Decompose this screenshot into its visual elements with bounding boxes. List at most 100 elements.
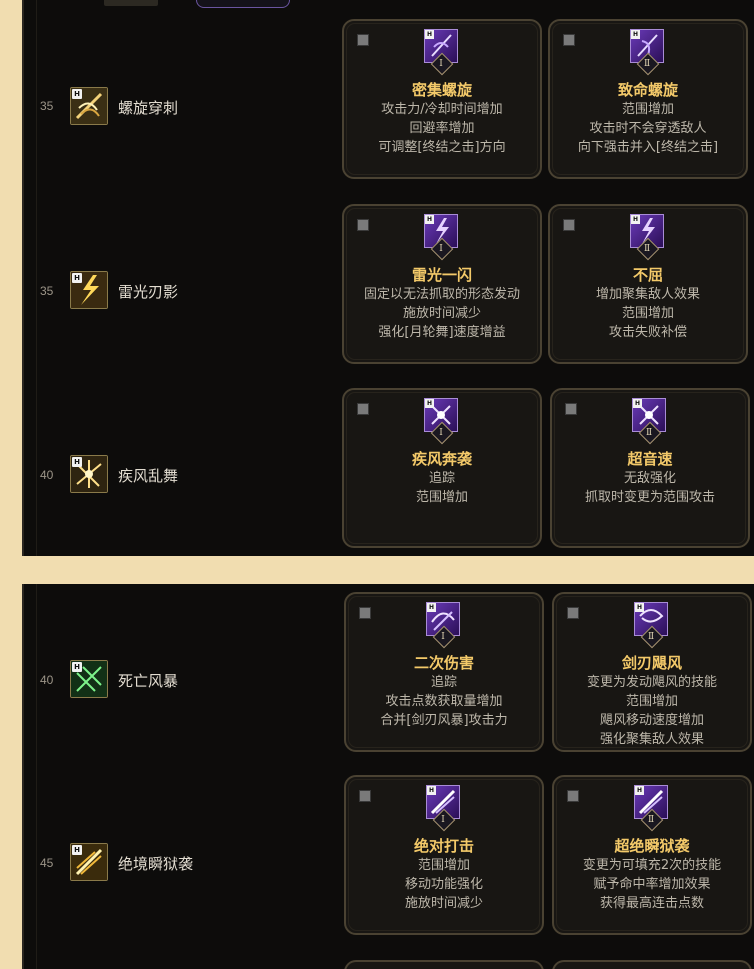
talent-desc-line: 追踪 bbox=[430, 675, 457, 690]
gale-dance-icon[interactable]: H bbox=[70, 455, 108, 493]
talent-description: 固定以无法抓取的形态发动 施放时间减少 强化[月轮舞]速度增益 bbox=[350, 285, 534, 342]
talent-checkbox[interactable] bbox=[565, 403, 577, 415]
hotkey-badge: H bbox=[72, 845, 82, 855]
talent-desc-line: 移动功能强化 bbox=[404, 877, 483, 892]
talent-card-tier1[interactable]: H Ⅰ 密集螺旋 攻击力/冷却时间增加 回避率增加 可调整[终结之击]方向 bbox=[342, 19, 542, 179]
tier-numeral: Ⅰ bbox=[439, 59, 443, 69]
skill-level: 35 bbox=[40, 99, 54, 113]
tier-numeral: Ⅰ bbox=[439, 244, 443, 254]
hotkey-badge: H bbox=[425, 30, 434, 39]
talent-checkbox[interactable] bbox=[357, 34, 369, 46]
talent-icon: H Ⅰ bbox=[426, 785, 460, 833]
hotkey-badge: H bbox=[427, 603, 436, 612]
talent-card-tier2[interactable]: H Ⅱ 剑刃飓风 变更为发动飓风的技能 范围增加 飓风移动速度增加 强化聚集敌人… bbox=[552, 592, 752, 752]
tier-numeral: Ⅰ bbox=[441, 815, 445, 825]
talent-icon: H Ⅱ bbox=[634, 602, 668, 650]
talent-card-tier2[interactable]: H Ⅱ 超绝瞬狱袭 变更为可填充2次的技能 赋予命中率增加效果 获得最高连击点数 bbox=[552, 775, 752, 935]
skill-name: 螺旋穿刺 bbox=[118, 99, 179, 117]
talent-checkbox[interactable] bbox=[567, 790, 579, 802]
talent-icon: H Ⅰ bbox=[424, 214, 458, 262]
talent-checkbox[interactable] bbox=[359, 607, 371, 619]
skill-level: 35 bbox=[40, 284, 54, 298]
talent-desc-line: 变更为可填充2次的技能 bbox=[582, 858, 722, 873]
talent-description: 追踪 攻击点数获取量增加 合并[剑刃风暴]攻击力 bbox=[352, 673, 536, 730]
talent-desc-line: 范围增加 bbox=[415, 490, 468, 505]
hotkey-badge: H bbox=[633, 399, 642, 408]
talent-desc-line: 获得最高连击点数 bbox=[599, 896, 704, 911]
talent-checkbox[interactable] bbox=[563, 34, 575, 46]
header-button[interactable] bbox=[196, 0, 290, 8]
tier-numeral: Ⅱ bbox=[647, 815, 655, 825]
talent-desc-line: 范围增加 bbox=[625, 694, 678, 709]
talent-description: 增加聚集敌人效果 范围增加 攻击失败补偿 bbox=[556, 285, 740, 342]
tier-numeral: Ⅱ bbox=[643, 59, 651, 69]
hotkey-badge: H bbox=[72, 273, 82, 283]
talent-description: 无敌强化 抓取时变更为范围攻击 bbox=[558, 469, 742, 507]
talent-desc-line: 攻击时不会穿透敌人 bbox=[589, 121, 707, 136]
desperate-strike-icon[interactable]: H bbox=[70, 843, 108, 881]
skill-level: 40 bbox=[40, 673, 54, 687]
skill-level: 40 bbox=[40, 468, 54, 482]
skill-name: 疾风乱舞 bbox=[118, 467, 179, 485]
talent-icon: H Ⅰ bbox=[424, 398, 458, 446]
hotkey-badge: H bbox=[72, 89, 82, 99]
talent-description: 范围增加 攻击时不会穿透敌人 向下强击并入[终结之击] bbox=[556, 100, 740, 157]
talent-desc-line: 强化[月轮舞]速度增益 bbox=[378, 325, 506, 340]
panel-divider bbox=[36, 584, 37, 969]
hotkey-badge: H bbox=[635, 786, 644, 795]
talent-icon: H Ⅱ bbox=[630, 29, 664, 77]
talent-icon: H Ⅱ bbox=[634, 785, 668, 833]
talent-card-tier1[interactable]: H Ⅰ 疾风奔袭 追踪 范围增加 bbox=[342, 388, 542, 548]
talent-desc-line: 施放时间减少 bbox=[404, 896, 483, 911]
talent-desc-line: 无敌强化 bbox=[623, 471, 676, 486]
death-storm-icon[interactable]: H bbox=[70, 660, 108, 698]
talent-checkbox[interactable] bbox=[357, 403, 369, 415]
hotkey-badge: H bbox=[425, 399, 434, 408]
tier-numeral: Ⅰ bbox=[441, 632, 445, 642]
talent-card-tier2[interactable]: H Ⅱ 不屈 增加聚集敌人效果 范围增加 攻击失败补偿 bbox=[548, 204, 748, 364]
talent-checkbox[interactable] bbox=[359, 790, 371, 802]
skill-name: 绝境瞬狱袭 bbox=[118, 855, 194, 873]
talent-icon: H Ⅰ bbox=[424, 29, 458, 77]
talent-title: 致命螺旋 bbox=[617, 81, 678, 99]
talent-checkbox[interactable] bbox=[357, 219, 369, 231]
talent-desc-line: 范围增加 bbox=[417, 858, 470, 873]
talent-description: 变更为发动飓风的技能 范围增加 飓风移动速度增加 强化聚集敌人效果 bbox=[560, 673, 744, 749]
talent-description: 范围增加 移动功能强化 施放时间减少 bbox=[352, 856, 536, 913]
talent-desc-line: 追踪 bbox=[428, 471, 455, 486]
talent-card-tier1[interactable]: H Ⅰ 雷光一闪 固定以无法抓取的形态发动 施放时间减少 强化[月轮舞]速度增益 bbox=[342, 204, 542, 364]
spiral-thrust-icon[interactable]: H bbox=[70, 87, 108, 125]
talent-card-tier2[interactable]: H Ⅱ 致命螺旋 范围增加 攻击时不会穿透敌人 向下强击并入[终结之击] bbox=[548, 19, 748, 179]
talent-title: 剑刃飓风 bbox=[621, 654, 682, 672]
talent-desc-line: 固定以无法抓取的形态发动 bbox=[363, 287, 520, 302]
hotkey-badge: H bbox=[72, 457, 82, 467]
talent-card-tier2[interactable]: H Ⅱ 超音速 无敌强化 抓取时变更为范围攻击 bbox=[550, 388, 750, 548]
hotkey-badge: H bbox=[72, 662, 82, 672]
skill-panel-2: 40 H 死亡风暴 H Ⅰ 二次伤害 追踪 攻击点数获取量增加 合并[剑刃风暴]… bbox=[22, 584, 754, 969]
talent-title: 不屈 bbox=[632, 266, 663, 284]
talent-desc-line: 攻击点数获取量增加 bbox=[385, 694, 503, 709]
talent-checkbox[interactable] bbox=[563, 219, 575, 231]
talent-card-partial bbox=[344, 960, 544, 969]
tier-numeral: Ⅱ bbox=[645, 428, 653, 438]
tier-numeral: Ⅰ bbox=[439, 428, 443, 438]
talent-card-tier1[interactable]: H Ⅰ 绝对打击 范围增加 移动功能强化 施放时间减少 bbox=[344, 775, 544, 935]
skill-name: 死亡风暴 bbox=[118, 672, 179, 690]
talent-desc-line: 飓风移动速度增加 bbox=[599, 713, 704, 728]
talent-description: 攻击力/冷却时间增加 回避率增加 可调整[终结之击]方向 bbox=[350, 100, 534, 157]
skill-name: 雷光刃影 bbox=[118, 283, 179, 301]
talent-desc-line: 可调整[终结之击]方向 bbox=[378, 140, 506, 155]
talent-title: 超音速 bbox=[627, 450, 673, 468]
talent-card-tier1[interactable]: H Ⅰ 二次伤害 追踪 攻击点数获取量增加 合并[剑刃风暴]攻击力 bbox=[344, 592, 544, 752]
lightning-blade-icon[interactable]: H bbox=[70, 271, 108, 309]
talent-desc-line: 范围增加 bbox=[621, 102, 674, 117]
talent-title: 超绝瞬狱袭 bbox=[614, 837, 690, 855]
talent-desc-line: 增加聚集敌人效果 bbox=[595, 287, 700, 302]
talent-desc-line: 向下强击并入[终结之击] bbox=[577, 140, 719, 155]
talent-icon: H Ⅰ bbox=[426, 602, 460, 650]
panel-divider bbox=[36, 0, 37, 556]
talent-checkbox[interactable] bbox=[567, 607, 579, 619]
hotkey-badge: H bbox=[631, 30, 640, 39]
tier-numeral: Ⅱ bbox=[643, 244, 651, 254]
talent-description: 变更为可填充2次的技能 赋予命中率增加效果 获得最高连击点数 bbox=[560, 856, 744, 913]
